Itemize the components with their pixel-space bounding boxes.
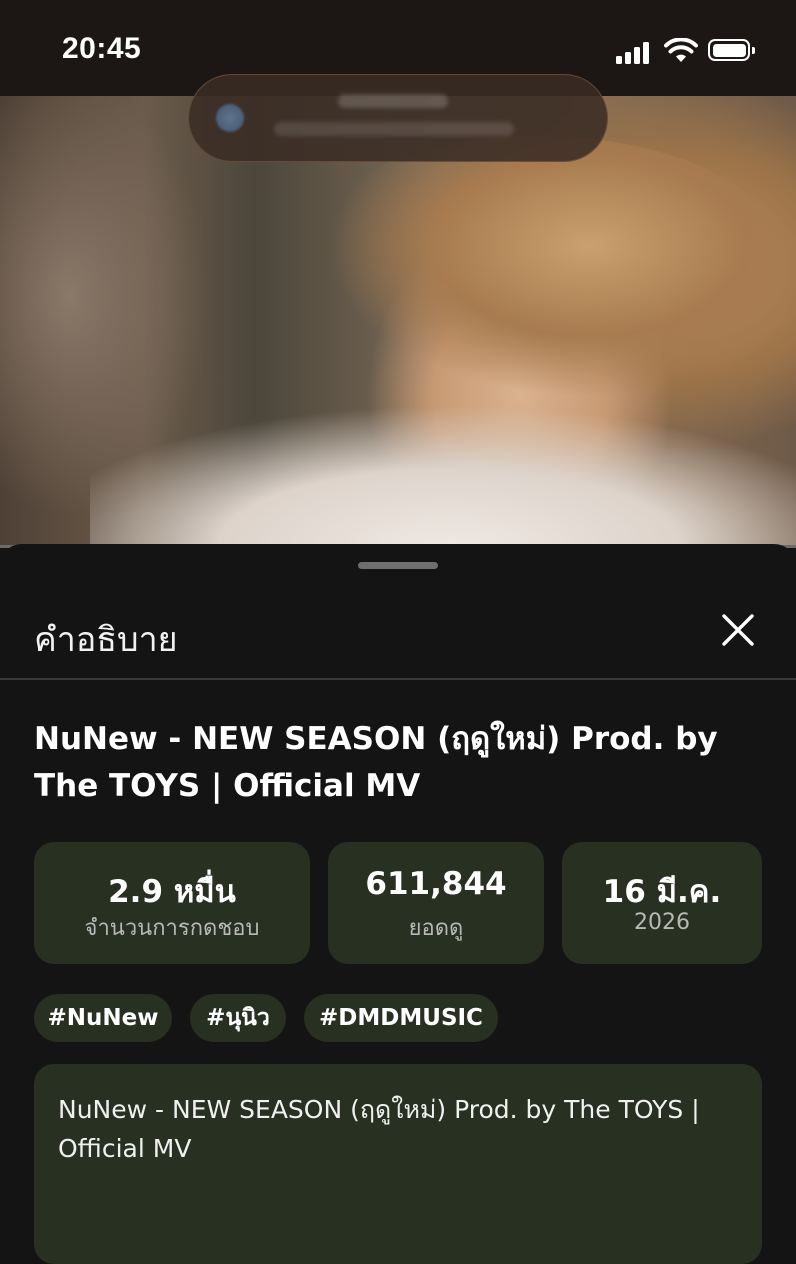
hashtag-chip[interactable]: #DMDMUSIC: [304, 994, 498, 1042]
video-player[interactable]: [0, 96, 796, 548]
close-icon[interactable]: [720, 612, 756, 648]
hashtag-chip[interactable]: #นุนิว: [190, 994, 286, 1042]
description-text: NuNew - NEW SEASON (ฤดูใหม่) Prod. by Th…: [58, 1095, 700, 1163]
stat-value: 16 มี.ค.: [602, 874, 722, 910]
notification-banner[interactable]: [188, 74, 608, 162]
stat-label: จำนวนการกดชอบ: [84, 916, 260, 941]
description-box: NuNew - NEW SEASON (ฤดูใหม่) Prod. by Th…: [34, 1064, 762, 1264]
notification-app-icon: [216, 104, 244, 132]
sheet-drag-handle[interactable]: [358, 562, 438, 569]
sheet-title: คำอธิบาย: [34, 620, 178, 660]
stat-views: 611,844 ยอดดู: [328, 842, 544, 964]
wifi-icon: [664, 38, 698, 62]
stat-value: 2.9 หมื่น: [108, 874, 236, 910]
stat-value: 611,844: [365, 866, 507, 902]
stat-date: 16 มี.ค. 2026: [562, 842, 762, 964]
stat-label: ยอดดู: [408, 916, 464, 941]
battery-icon: [708, 39, 755, 61]
cellular-signal-icon: [616, 40, 652, 64]
stat-likes: 2.9 หมื่น จำนวนการกดชอบ: [34, 842, 310, 964]
stat-label: 2026: [634, 910, 690, 935]
description-sheet: คำอธิบาย NuNew - NEW SEASON (ฤดูใหม่) Pr…: [0, 544, 796, 1264]
divider: [0, 678, 796, 680]
video-title: NuNew - NEW SEASON (ฤดูใหม่) Prod. by Th…: [34, 721, 718, 804]
hashtag-chip[interactable]: #NuNew: [34, 994, 172, 1042]
status-time: 20:45: [62, 32, 142, 65]
